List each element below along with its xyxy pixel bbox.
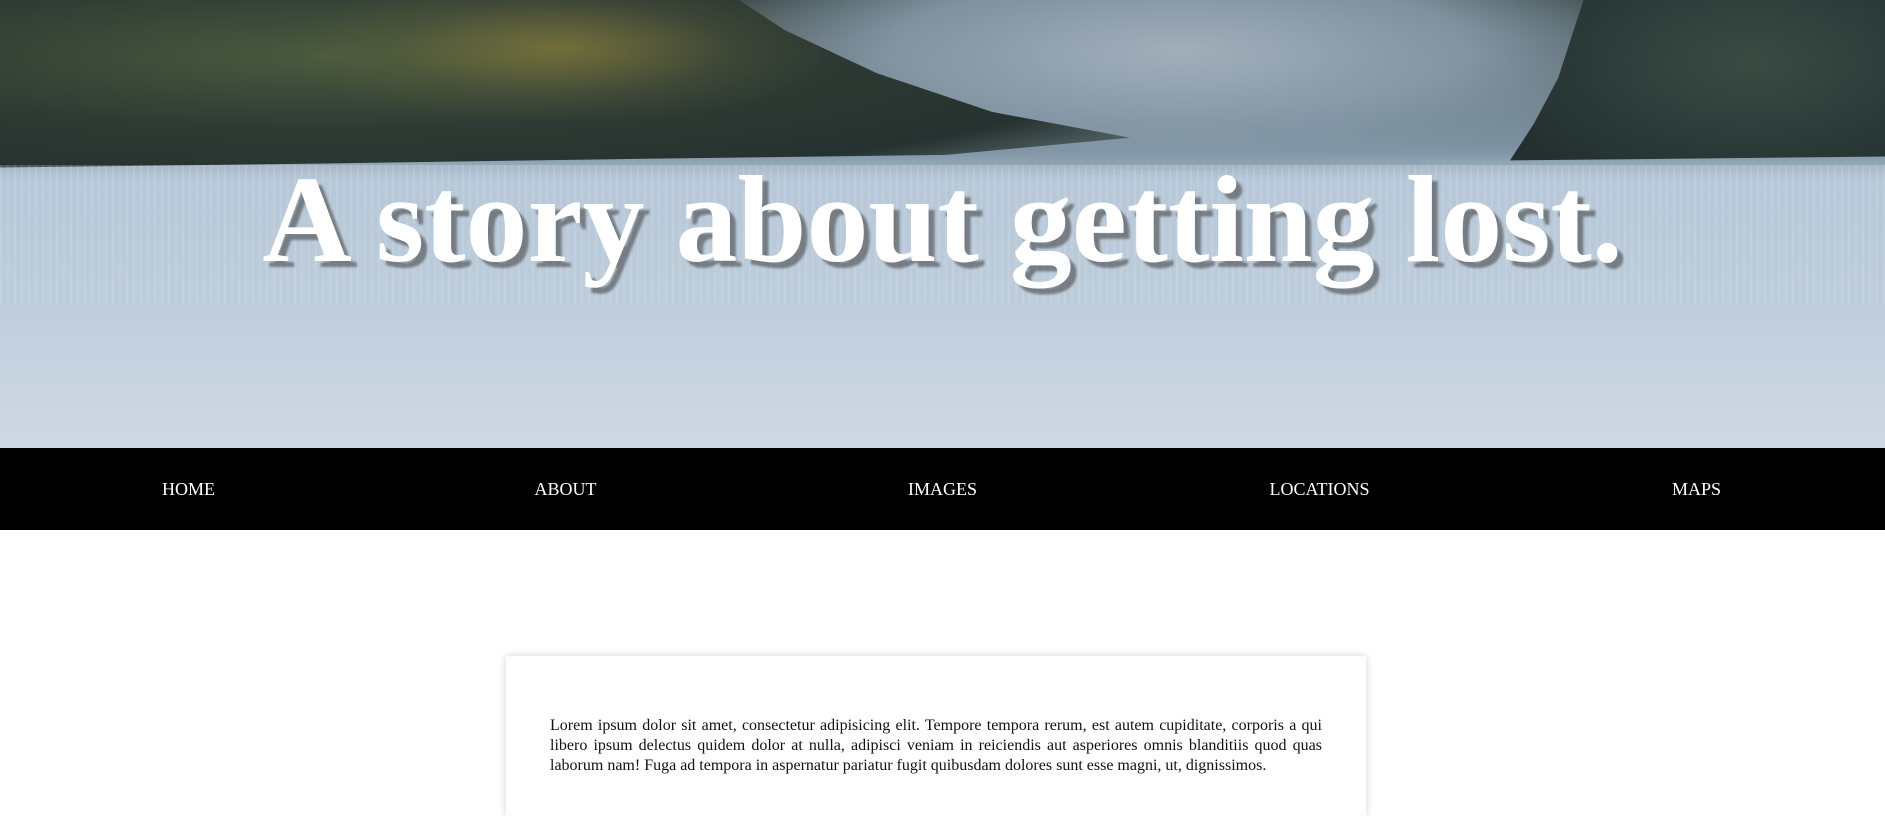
hero-title: A story about getting lost. <box>262 151 1623 288</box>
content-card: Lorem ipsum dolor sit amet, consectetur … <box>506 656 1366 816</box>
hero-banner: A story about getting lost. <box>0 0 1885 448</box>
hero-island-foliage <box>300 0 820 120</box>
nav-item-maps[interactable]: MAPS <box>1508 479 1885 500</box>
main-navigation: HOME ABOUT IMAGES LOCATIONS MAPS <box>0 448 1885 530</box>
nav-item-images[interactable]: IMAGES <box>754 479 1131 500</box>
nav-item-home[interactable]: HOME <box>0 479 377 500</box>
content-paragraph: Lorem ipsum dolor sit amet, consectetur … <box>550 717 1322 774</box>
nav-item-locations[interactable]: LOCATIONS <box>1131 479 1508 500</box>
nav-item-about[interactable]: ABOUT <box>377 479 754 500</box>
